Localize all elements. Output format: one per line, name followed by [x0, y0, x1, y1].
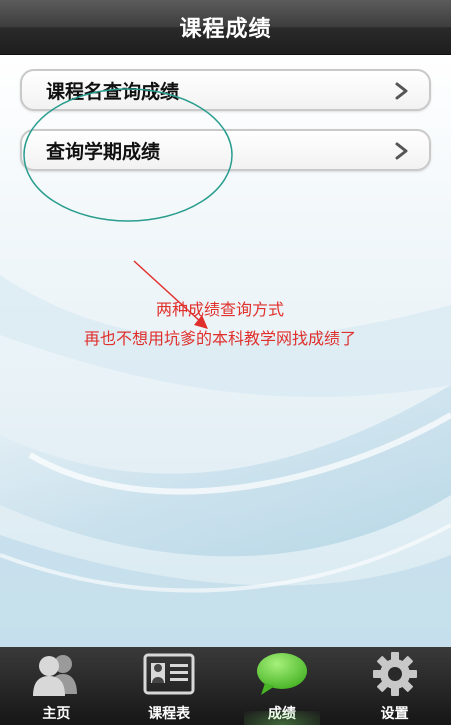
page-title: 课程成绩 [179, 17, 272, 42]
chevron-right-icon [395, 142, 408, 160]
id-card-icon [141, 647, 197, 701]
annotation-text: 再也不想用坑爹的本科教学网找成绩了 [83, 329, 356, 348]
tab-timetable[interactable]: 课程表 [113, 647, 226, 725]
chat-bubble-icon [254, 647, 310, 701]
highlight-ellipse [23, 88, 233, 222]
users-icon [28, 647, 84, 701]
tab-label: 课程表 [148, 706, 191, 722]
bottom-tab-bar: 主页 课程表 成绩 设置 [0, 647, 451, 725]
tab-settings[interactable]: 设置 [338, 647, 451, 725]
tab-scores[interactable]: 成绩 [226, 647, 339, 725]
tab-home[interactable]: 主页 [0, 647, 113, 725]
tab-label: 设置 [380, 706, 409, 722]
top-bar: 课程成绩 [0, 0, 451, 55]
gear-icon [367, 647, 423, 701]
chevron-right-icon [395, 82, 408, 100]
tab-label: 成绩 [267, 706, 296, 722]
tab-label: 主页 [42, 706, 71, 722]
main-content: 课程名查询成绩 查询学期成绩 两种成绩查询方式 再也不想用坑爹的本科教学网找成绩… [0, 55, 451, 647]
annotation-arrow-icon [133, 260, 208, 329]
annotation-text: 两种成绩查询方式 [155, 300, 284, 319]
